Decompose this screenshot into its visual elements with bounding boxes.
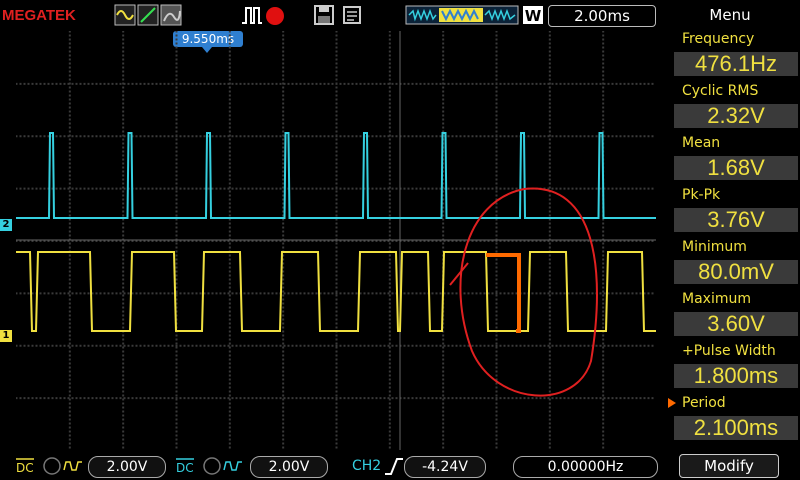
highlight-stroke	[486, 253, 521, 333]
measurement-label-5: Maximum	[682, 291, 751, 307]
rising-edge-icon[interactable]	[384, 456, 404, 476]
measurement-panel: Frequency 476.1Hz Cyclic RMS 2.32V Mean 1.68V…	[658, 29, 800, 450]
memory-label: W	[525, 7, 542, 25]
modify-button[interactable]: Modify	[679, 454, 779, 478]
ch2-marker[interactable]: 2	[0, 219, 12, 231]
save-disk-icon[interactable]	[314, 5, 334, 25]
measurement-value-5: 3.60V	[707, 311, 765, 336]
ch1-coupling-label: DC	[16, 461, 34, 475]
measurement-label-4: Minimum	[682, 239, 747, 255]
acquire-icons[interactable]	[240, 3, 370, 27]
measurement-label-6: +Pulse Width	[682, 343, 776, 359]
ch1-bandwidth-icon	[63, 461, 82, 471]
ch2-invert-icon	[203, 457, 221, 475]
ch1-marker[interactable]: 1	[0, 330, 12, 342]
ch2-scale[interactable]: 2.00V	[250, 456, 328, 478]
measurement-value-6: 1.800ms	[693, 363, 779, 388]
record-dot-icon[interactable]	[266, 7, 284, 25]
trigger-level[interactable]: -4.24V	[404, 456, 486, 478]
measurement-value-1: 2.32V	[707, 103, 765, 128]
measurement-label-1: Cyclic RMS	[682, 83, 759, 99]
menu-label[interactable]: Menu	[660, 6, 800, 26]
brand-logo: MEGATEK	[2, 7, 76, 24]
ch1-invert-icon	[43, 457, 61, 475]
bottom-bar: DC 2.00V DC 2.00V CH2 -4.24V 0.00000Hz M…	[0, 450, 800, 480]
memory-waveform-icon[interactable]: W	[405, 3, 545, 27]
frequency-counter: 0.00000Hz	[513, 456, 658, 478]
annotation-arrow	[449, 262, 469, 286]
ch2-coupling-label: DC	[176, 461, 194, 475]
measurement-label-2: Mean	[682, 135, 721, 151]
waveform-display	[16, 31, 656, 450]
ch1-coupling-icon[interactable]: DC	[14, 454, 84, 476]
measurement-label-3: Pk-Pk	[682, 187, 721, 203]
measurement-value-0: 476.1Hz	[695, 51, 777, 76]
ch2-coupling-icon[interactable]: DC	[174, 454, 244, 476]
ch2-bandwidth-icon	[223, 461, 242, 471]
measurement-label-7: Period	[682, 395, 726, 411]
measurement-value-3: 3.76V	[707, 207, 765, 232]
display-mode-icons[interactable]	[114, 3, 184, 27]
top-bar: MEGATEK W 2.00ms Menu	[0, 0, 800, 30]
timebase-readout[interactable]: 2.00ms	[548, 5, 656, 27]
measurement-label-0: Frequency	[682, 31, 755, 47]
measurement-value-7: 2.100ms	[693, 415, 779, 440]
print-icon[interactable]	[343, 6, 361, 24]
measurement-value-4: 80.0mV	[698, 259, 774, 284]
selected-arrow-icon	[668, 398, 676, 408]
trigger-source[interactable]: CH2	[352, 458, 381, 474]
ch1-scale[interactable]: 2.00V	[88, 456, 166, 478]
pulse-trigger-icon[interactable]	[242, 7, 262, 24]
measurement-value-2: 1.68V	[707, 155, 765, 180]
